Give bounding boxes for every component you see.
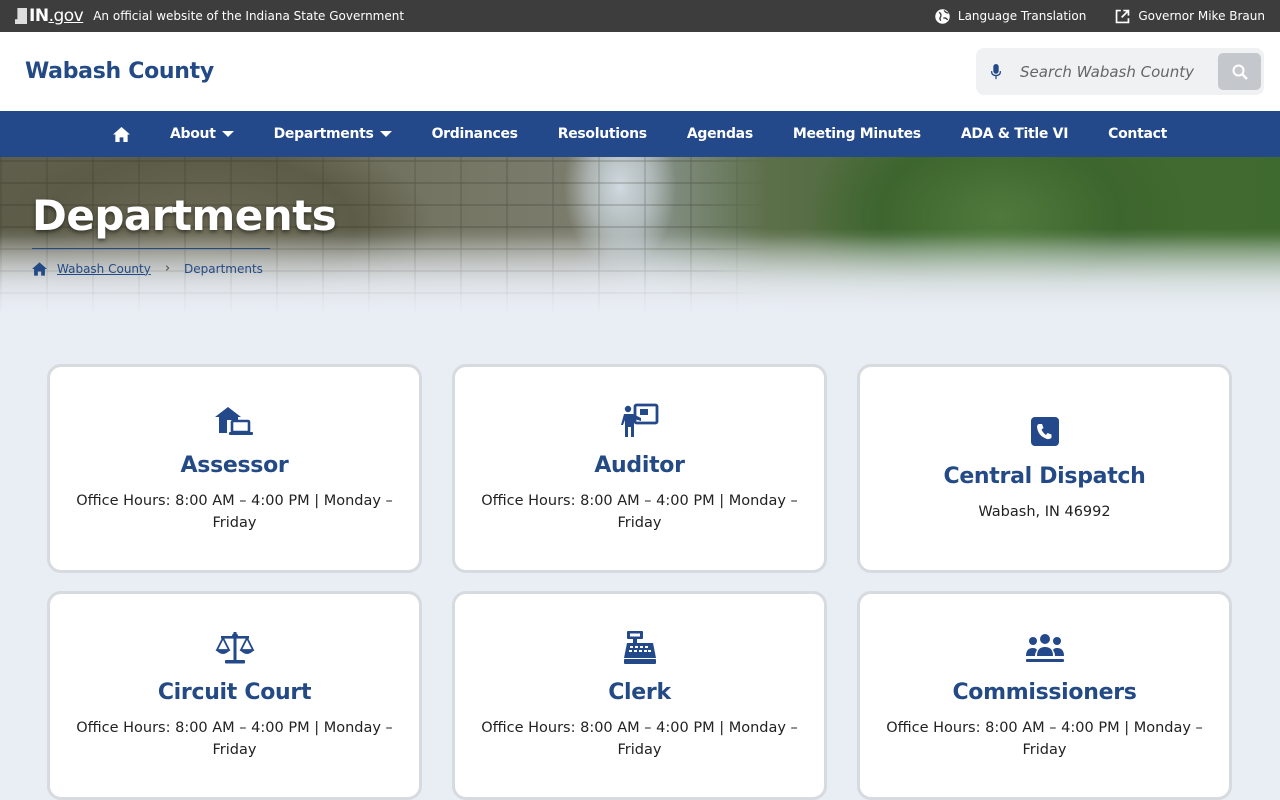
official-banner: IN .gov An official website of the Indian…	[15, 6, 404, 26]
people-group-icon	[1024, 630, 1066, 666]
globe-icon	[935, 8, 950, 24]
card-text: Office Hours: 8:00 AM – 4:00 PM | Monday…	[886, 720, 1203, 758]
department-card-commissioners[interactable]: Commissioners Office Hours: 8:00 AM – 4:…	[857, 591, 1232, 800]
language-translation-label: Language Translation	[957, 9, 1087, 23]
title-divider	[32, 248, 270, 249]
department-card-circuit-court[interactable]: Circuit Court Office Hours: 8:00 AM – 4:…	[47, 591, 422, 800]
nav-about-label: About	[169, 126, 216, 142]
breadcrumb-current: Departments	[184, 261, 263, 276]
card-text: Office Hours: 8:00 AM – 4:00 PM | Monday…	[76, 720, 393, 758]
nav-meeting-minutes[interactable]: Meeting Minutes	[773, 111, 941, 157]
indiana-state-icon	[15, 8, 27, 24]
microphone-icon[interactable]	[990, 63, 1002, 80]
card-text: Office Hours: 8:00 AM – 4:00 PM | Monday…	[481, 493, 798, 531]
search-icon	[1232, 64, 1248, 80]
site-header: Wabash County	[0, 32, 1280, 111]
department-card-central-dispatch[interactable]: Central Dispatch Wabash, IN 46992	[857, 364, 1232, 573]
official-website-text: An official website of the Indiana State…	[93, 9, 405, 23]
nav-contact-label: Contact	[1108, 126, 1168, 142]
governor-label: Governor Mike Braun	[1138, 9, 1265, 23]
card-title: Clerk	[608, 680, 671, 705]
card-text: Wabash, IN 46992	[978, 504, 1111, 520]
department-card-clerk[interactable]: Clerk Office Hours: 8:00 AM – 4:00 PM | …	[452, 591, 827, 800]
search-bar	[976, 48, 1264, 95]
card-title: Assessor	[180, 453, 289, 478]
presenter-board-icon	[619, 403, 661, 439]
nav-departments[interactable]: Departments	[254, 111, 412, 157]
search-input[interactable]	[1020, 62, 1218, 81]
cash-register-icon	[619, 630, 661, 666]
card-text: Office Hours: 8:00 AM – 4:00 PM | Monday…	[481, 720, 798, 758]
search-button[interactable]	[1218, 53, 1261, 90]
nav-ordinances-label: Ordinances	[431, 126, 518, 142]
card-text: Office Hours: 8:00 AM – 4:00 PM | Monday…	[76, 493, 393, 531]
home-icon	[112, 126, 130, 142]
home-icon[interactable]	[32, 261, 47, 276]
page-title: Departments	[32, 191, 337, 240]
nav-agendas[interactable]: Agendas	[667, 111, 773, 157]
caret-down-icon	[379, 131, 392, 137]
site-title[interactable]: Wabash County	[25, 59, 214, 84]
card-title: Central Dispatch	[943, 464, 1146, 489]
card-title: Auditor	[594, 453, 685, 478]
scales-icon	[214, 630, 256, 666]
caret-down-icon	[221, 131, 234, 137]
nav-ordinances[interactable]: Ordinances	[412, 111, 538, 157]
card-title: Circuit Court	[157, 680, 312, 705]
ingov-logo-text: IN	[29, 6, 49, 26]
language-translation-link[interactable]: Language Translation	[934, 8, 1086, 25]
house-laptop-icon	[214, 403, 256, 439]
chevron-right-icon: ›	[164, 261, 171, 276]
nav-home[interactable]	[93, 111, 150, 157]
nav-meeting-minutes-label: Meeting Minutes	[792, 126, 921, 142]
nav-ada-title-vi-label: ADA & Title VI	[960, 126, 1069, 142]
breadcrumb-home-link[interactable]: Wabash County	[57, 262, 151, 276]
main-nav: About Departments Ordinances Resolutions…	[0, 111, 1280, 157]
nav-ada-title-vi[interactable]: ADA & Title VI	[941, 111, 1088, 157]
phone-square-icon	[1024, 414, 1066, 450]
ingov-logo[interactable]: IN .gov	[15, 6, 84, 26]
governor-link[interactable]: Governor Mike Braun	[1114, 8, 1265, 25]
nav-agendas-label: Agendas	[686, 126, 753, 142]
nav-about[interactable]: About	[150, 111, 254, 157]
nav-resolutions[interactable]: Resolutions	[538, 111, 667, 157]
department-card-assessor[interactable]: Assessor Office Hours: 8:00 AM – 4:00 PM…	[47, 364, 422, 573]
ingov-logo-suffix: .gov	[48, 6, 84, 26]
official-topbar: IN .gov An official website of the Indian…	[0, 0, 1280, 32]
nav-resolutions-label: Resolutions	[557, 126, 647, 142]
nav-contact[interactable]: Contact	[1088, 111, 1187, 157]
nav-departments-label: Departments	[273, 126, 374, 142]
breadcrumb: Wabash County › Departments	[32, 261, 263, 276]
department-card-auditor[interactable]: Auditor Office Hours: 8:00 AM – 4:00 PM …	[452, 364, 827, 573]
external-link-icon	[1116, 9, 1130, 23]
card-title: Commissioners	[952, 680, 1137, 705]
hero-banner: Departments Wabash County › Departments	[0, 157, 1280, 316]
departments-grid: Assessor Office Hours: 8:00 AM – 4:00 PM…	[47, 364, 1233, 800]
